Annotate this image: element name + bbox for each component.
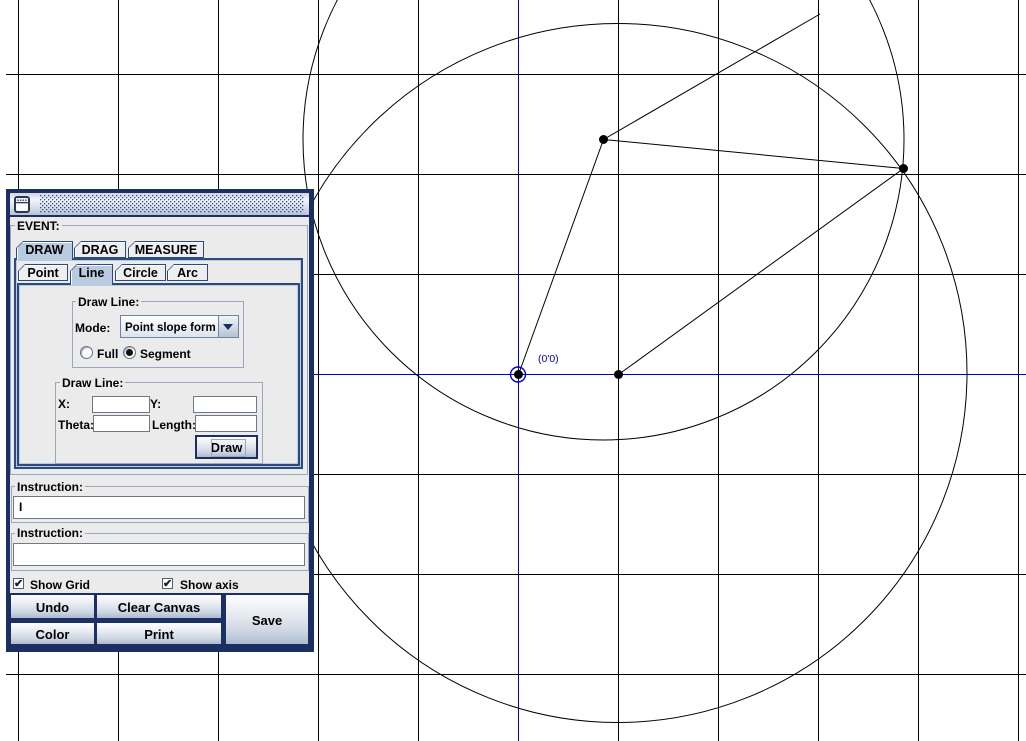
svg-text:(0'0): (0'0) <box>538 353 559 365</box>
